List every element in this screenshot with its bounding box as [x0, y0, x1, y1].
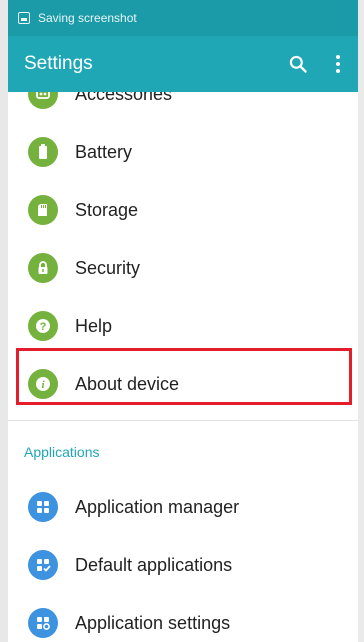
section-divider — [8, 420, 358, 421]
settings-item-default-applications[interactable]: Default applications — [8, 536, 358, 594]
settings-item-application-settings[interactable]: Application settings — [8, 594, 358, 642]
phone-screen: Saving screenshot Settings Accessories B… — [0, 0, 364, 642]
page-title: Settings — [24, 53, 93, 74]
settings-item-storage[interactable]: Storage — [8, 181, 358, 239]
app-settings-icon — [28, 608, 58, 638]
help-icon: ? — [28, 311, 58, 341]
screen-edge-left — [0, 0, 8, 642]
battery-icon — [28, 137, 58, 167]
section-header-applications: Applications — [24, 444, 100, 460]
highlight-box — [16, 348, 352, 405]
status-bar: Saving screenshot — [8, 0, 358, 36]
status-notification-text: Saving screenshot — [38, 11, 137, 25]
settings-item-label: Battery — [75, 141, 133, 162]
svg-text:?: ? — [40, 321, 47, 333]
search-button[interactable] — [278, 44, 318, 84]
settings-item-battery[interactable]: Battery — [8, 123, 358, 181]
settings-item-label: Application manager — [75, 496, 240, 517]
screenshot-icon — [18, 12, 30, 24]
settings-item-label: Default applications — [75, 554, 233, 575]
apps-grid-icon — [28, 492, 58, 522]
more-vert-icon — [336, 55, 340, 73]
settings-item-help[interactable]: ? Help — [8, 297, 358, 355]
settings-item-label: Accessories — [75, 92, 173, 104]
settings-list[interactable]: Accessories Battery Storage Security ? H… — [8, 92, 358, 642]
settings-item-label: Application settings — [75, 612, 231, 633]
settings-item-accessories[interactable]: Accessories — [8, 92, 358, 123]
accessories-icon — [28, 92, 58, 109]
search-icon — [289, 55, 307, 73]
screen-edge-right — [358, 0, 364, 642]
app-bar: Settings — [8, 36, 358, 92]
more-options-button[interactable] — [318, 44, 358, 84]
default-apps-icon — [28, 550, 58, 580]
settings-item-application-manager[interactable]: Application manager — [8, 478, 358, 536]
settings-item-label: Security — [75, 257, 141, 278]
settings-item-label: Help — [75, 315, 113, 336]
settings-item-label: Storage — [75, 199, 139, 220]
lock-icon — [28, 253, 58, 283]
settings-item-security[interactable]: Security — [8, 239, 358, 297]
storage-icon — [28, 195, 58, 225]
